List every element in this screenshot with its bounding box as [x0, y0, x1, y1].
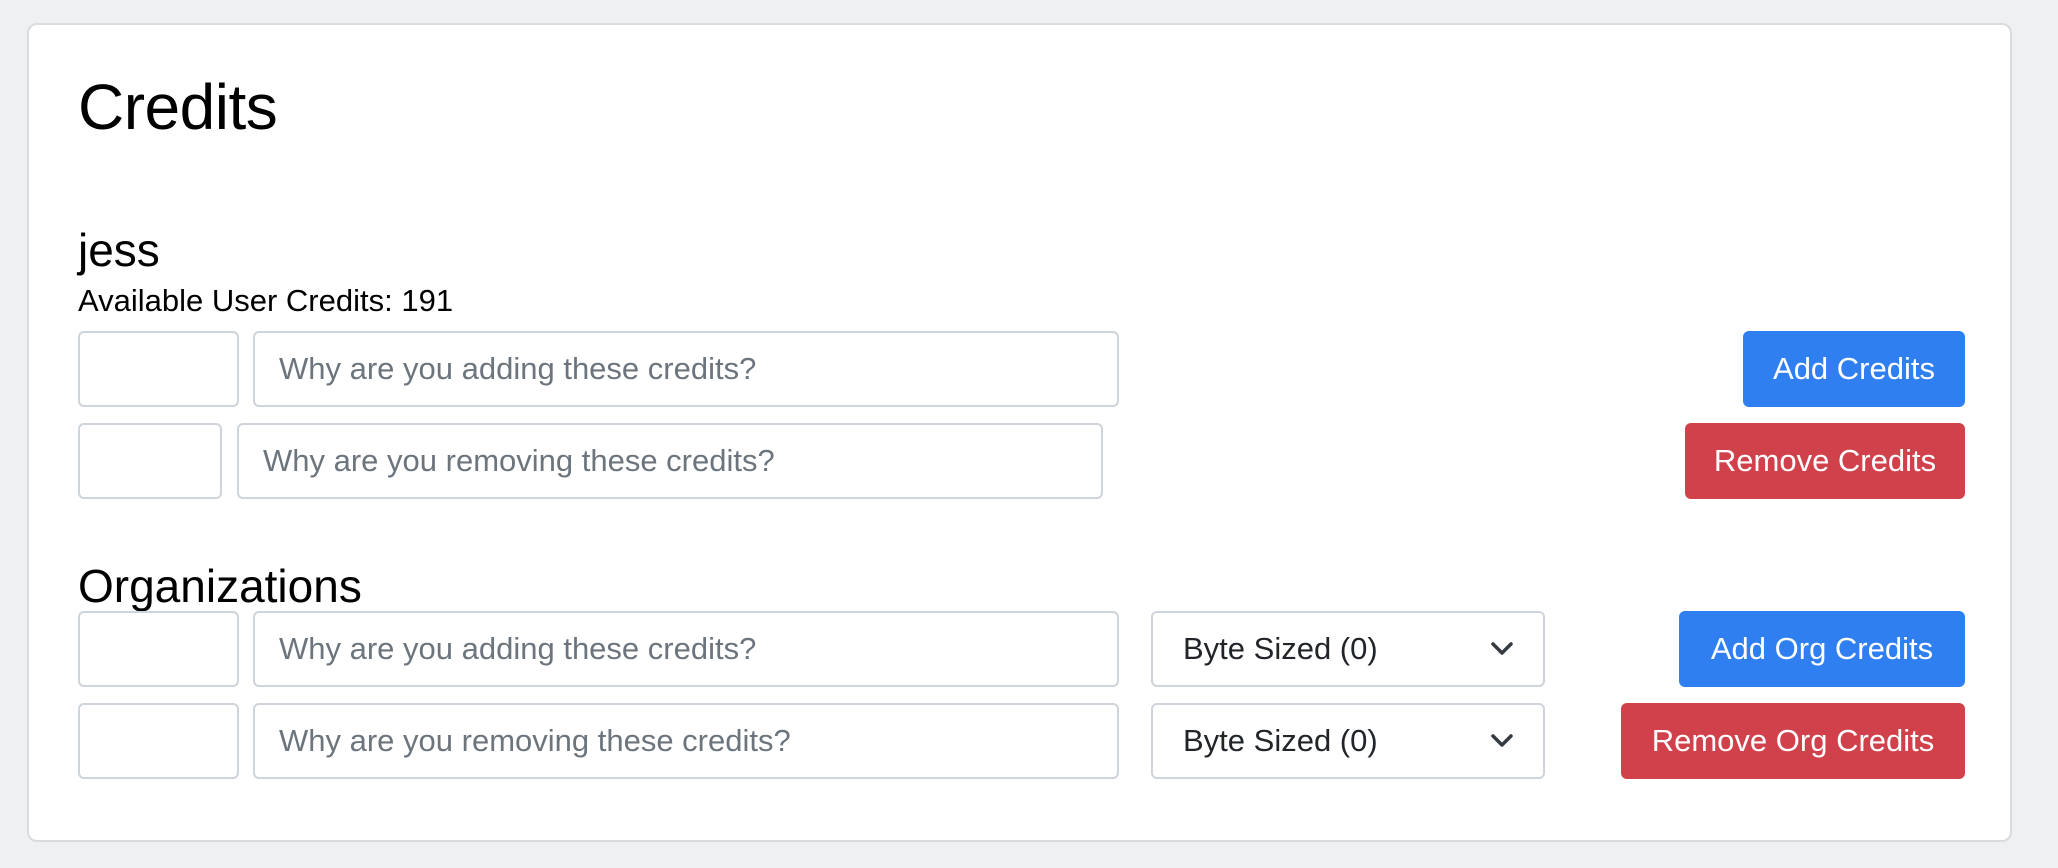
add-org-credits-button[interactable]: Add Org Credits [1679, 611, 1965, 687]
org-remove-amount-input[interactable] [78, 703, 239, 779]
org-remove-selected-label: Byte Sized (0) [1183, 723, 1378, 758]
credits-card: Credits jess Available User Credits: 191… [27, 23, 2012, 842]
user-remove-amount-input[interactable] [78, 423, 222, 499]
org-remove-reason-input[interactable] [253, 703, 1119, 779]
org-add-selected-label: Byte Sized (0) [1183, 631, 1378, 666]
remove-credits-button[interactable]: Remove Credits [1685, 423, 1965, 499]
org-remove-select[interactable]: Byte Sized (0) [1151, 703, 1545, 779]
user-add-reason-input[interactable] [253, 331, 1119, 407]
add-credits-button[interactable]: Add Credits [1743, 331, 1965, 407]
chevron-down-icon [1491, 642, 1513, 655]
remove-org-credits-button[interactable]: Remove Org Credits [1621, 703, 1965, 779]
user-name-heading: jess [78, 224, 160, 276]
user-add-amount-input[interactable] [78, 331, 239, 407]
available-user-credits: Available User Credits: 191 [78, 283, 454, 318]
org-add-reason-input[interactable] [253, 611, 1119, 687]
org-add-amount-input[interactable] [78, 611, 239, 687]
chevron-down-icon [1491, 734, 1513, 747]
organizations-heading: Organizations [78, 560, 362, 612]
page-title: Credits [78, 71, 278, 143]
org-add-select[interactable]: Byte Sized (0) [1151, 611, 1545, 687]
user-remove-reason-input[interactable] [237, 423, 1103, 499]
